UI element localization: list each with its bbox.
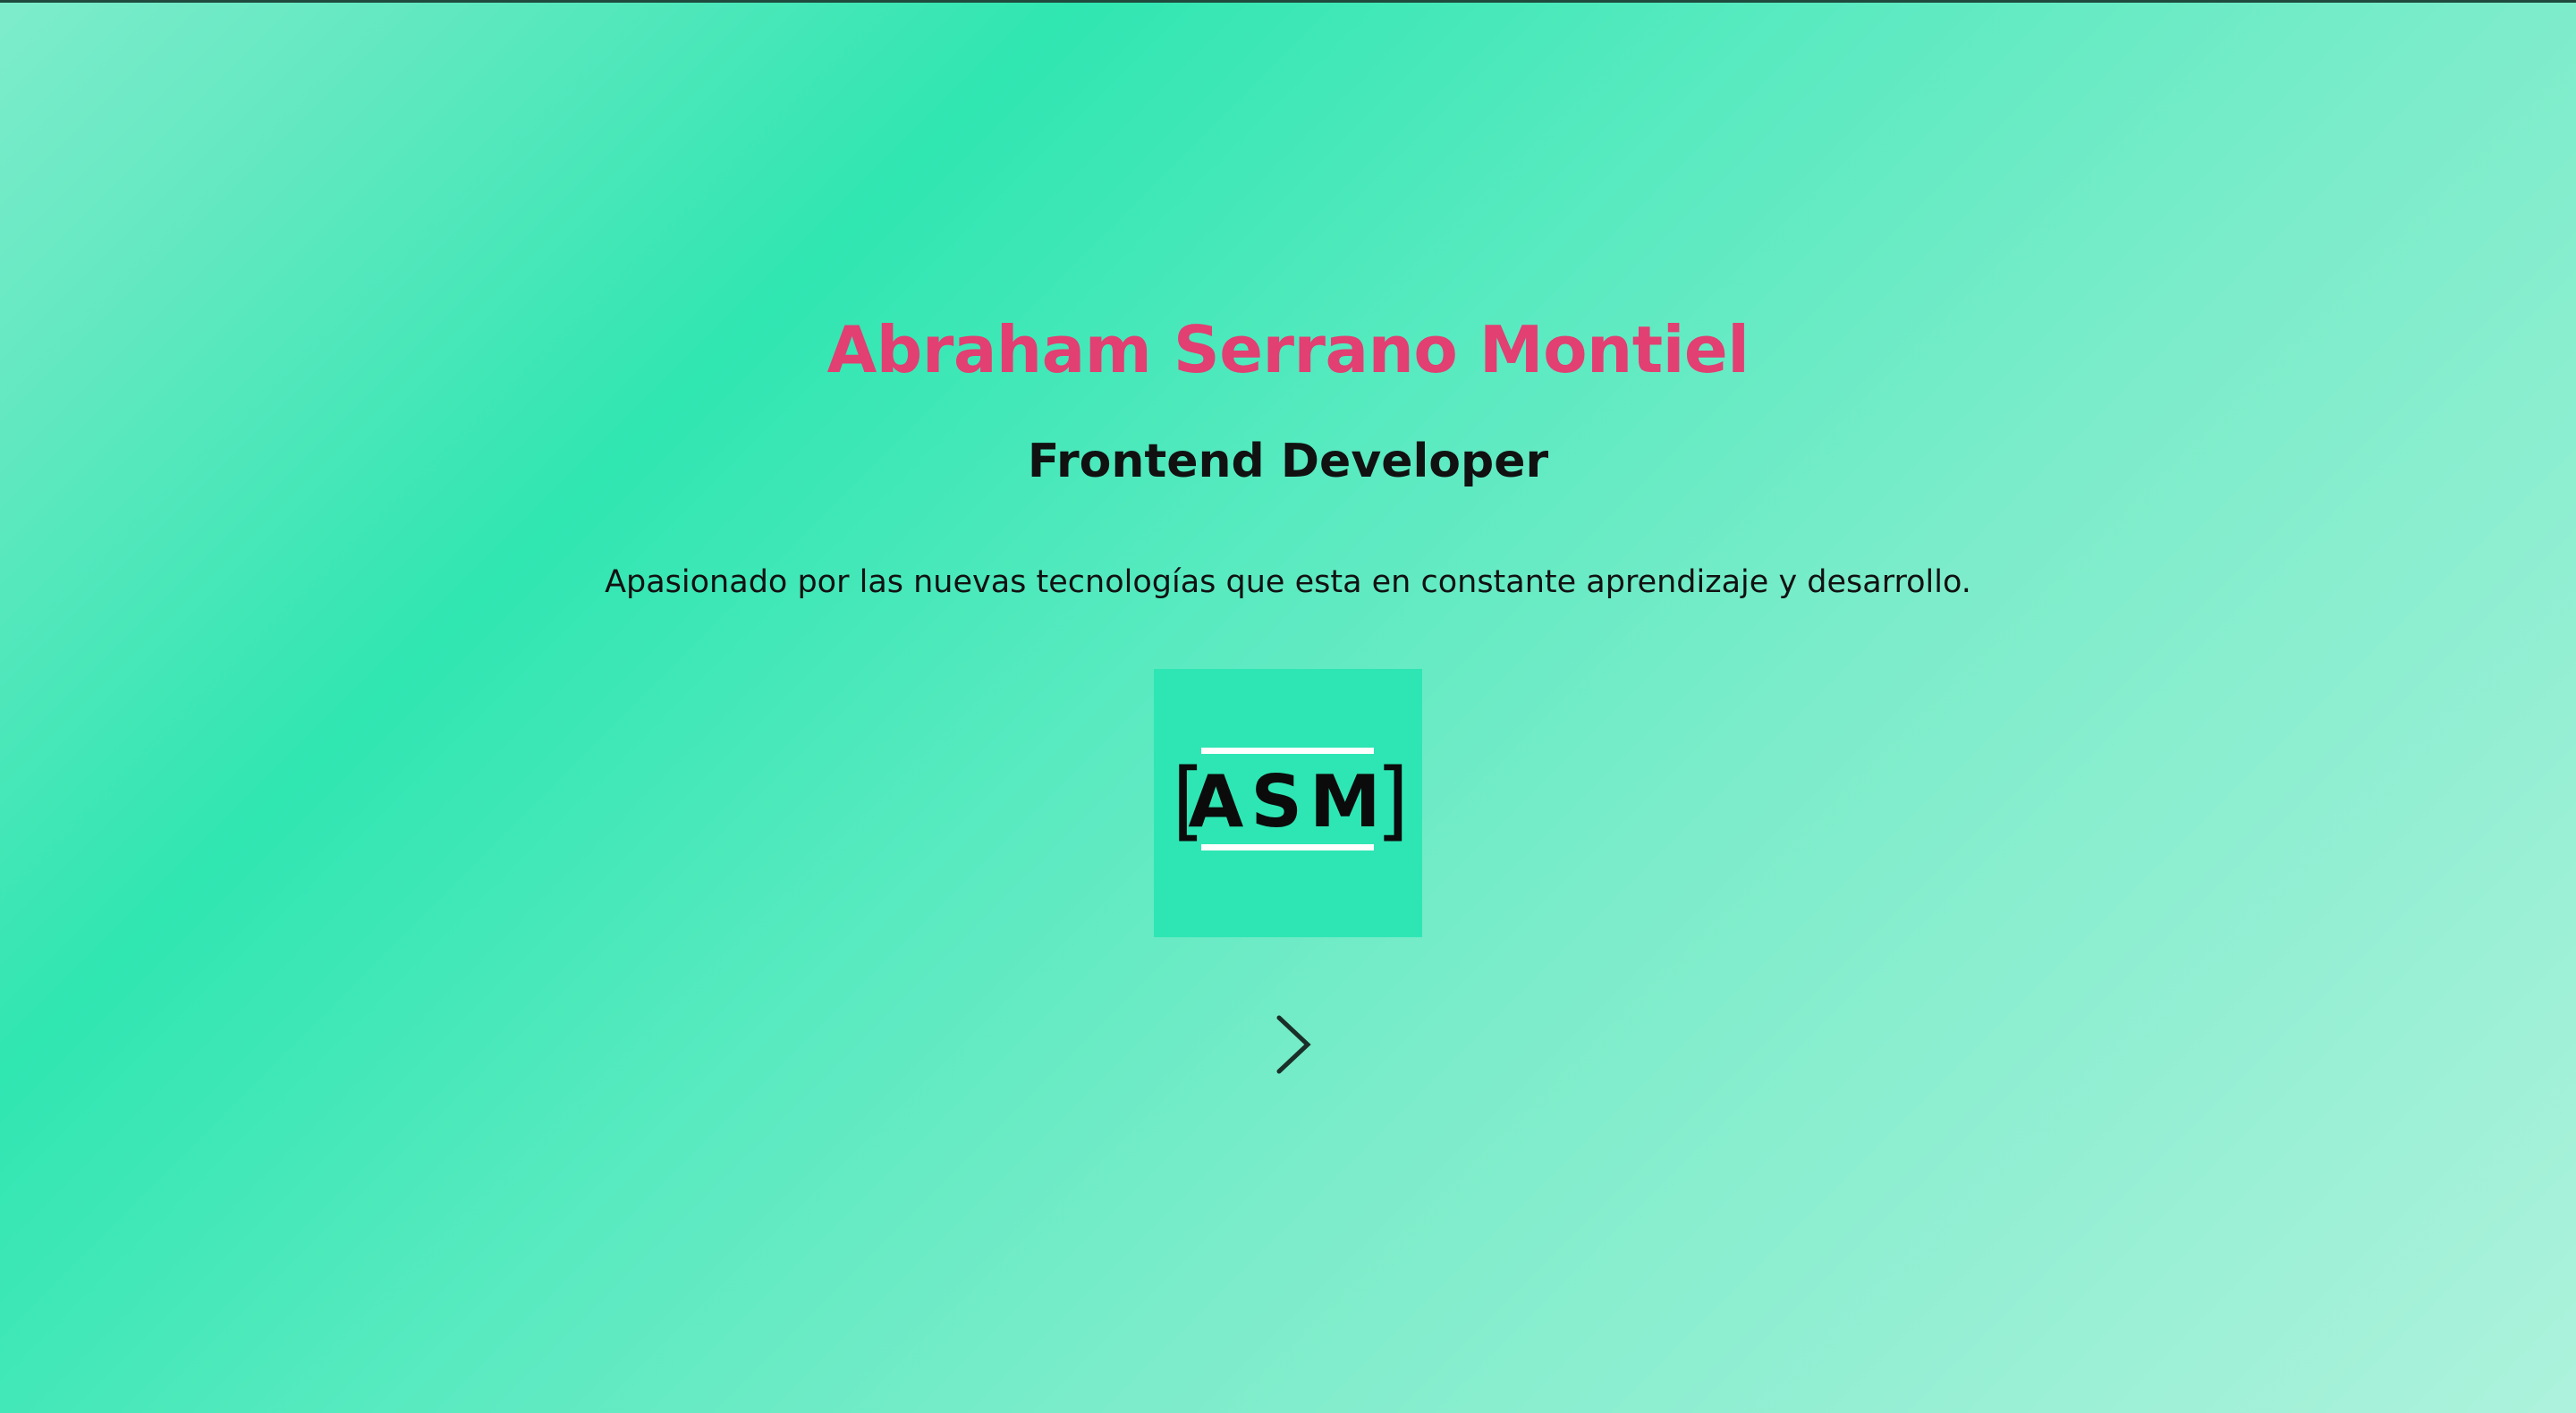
hero-section: Abraham Serrano Montiel Frontend Develop…	[0, 0, 2576, 1413]
tagline: Apasionado por las nuevas tecnologías qu…	[605, 564, 1971, 600]
logo-bottom-bar	[1201, 844, 1374, 850]
logo-top-bar	[1201, 748, 1374, 754]
next-section-button[interactable]	[1261, 1009, 1324, 1080]
logo-close-bracket: ]	[1376, 750, 1409, 850]
asm-logo-graphic: [ ASM ]	[1172, 748, 1409, 850]
asm-logo: [ ASM ]	[1154, 669, 1422, 937]
logo-text: ASM	[1188, 760, 1387, 843]
chevron-right-icon	[1276, 1015, 1311, 1074]
page-title: Abraham Serrano Montiel	[826, 312, 1750, 387]
job-title: Frontend Developer	[1027, 435, 1549, 488]
